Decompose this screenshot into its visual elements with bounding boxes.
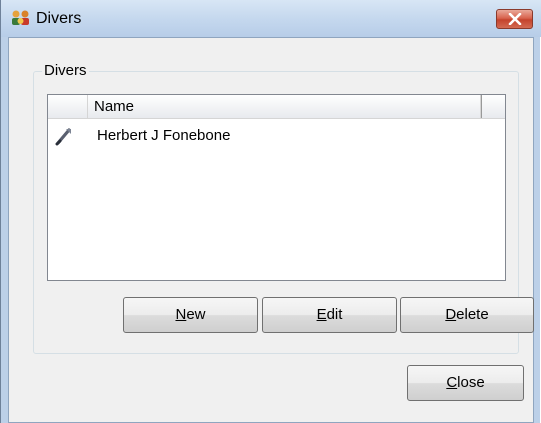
new-button[interactable]: New bbox=[123, 297, 258, 333]
divers-app-icon bbox=[11, 9, 31, 27]
delete-mnemonic: D bbox=[445, 306, 457, 323]
delete-button[interactable]: Delete bbox=[400, 297, 534, 333]
close-label: lose bbox=[457, 374, 485, 391]
title-bar[interactable]: Divers bbox=[1, 0, 541, 37]
header-column-icon[interactable] bbox=[48, 95, 88, 118]
header-column-name[interactable]: Name bbox=[88, 95, 481, 118]
edit-label: dit bbox=[326, 306, 343, 323]
window-title: Divers bbox=[36, 10, 82, 27]
close-icon bbox=[508, 13, 522, 25]
group-label: Divers bbox=[42, 62, 89, 80]
dive-flag-icon bbox=[54, 126, 74, 146]
list-header: Name bbox=[48, 95, 505, 119]
new-mnemonic: N bbox=[175, 306, 187, 323]
new-label: ew bbox=[186, 306, 206, 323]
edit-mnemonic: E bbox=[316, 306, 327, 323]
window-client-area: Divers Name Herbert J Fonebone New Edit … bbox=[8, 37, 534, 423]
close-button[interactable]: Close bbox=[407, 365, 524, 401]
close-mnemonic: C bbox=[446, 374, 458, 391]
window-close-button[interactable] bbox=[496, 9, 533, 29]
edit-button[interactable]: Edit bbox=[262, 297, 397, 333]
list-item[interactable]: Herbert J Fonebone bbox=[48, 125, 505, 147]
diver-name: Herbert J Fonebone bbox=[97, 127, 231, 144]
header-column-filler bbox=[481, 95, 505, 118]
delete-label: elete bbox=[456, 306, 489, 323]
divers-list[interactable]: Name Herbert J Fonebone bbox=[47, 94, 506, 281]
divers-groupbox: Divers Name Herbert J Fonebone New Edit … bbox=[33, 62, 534, 354]
divers-window: Divers Divers Name Herbert J Fonebone Ne… bbox=[0, 0, 541, 423]
